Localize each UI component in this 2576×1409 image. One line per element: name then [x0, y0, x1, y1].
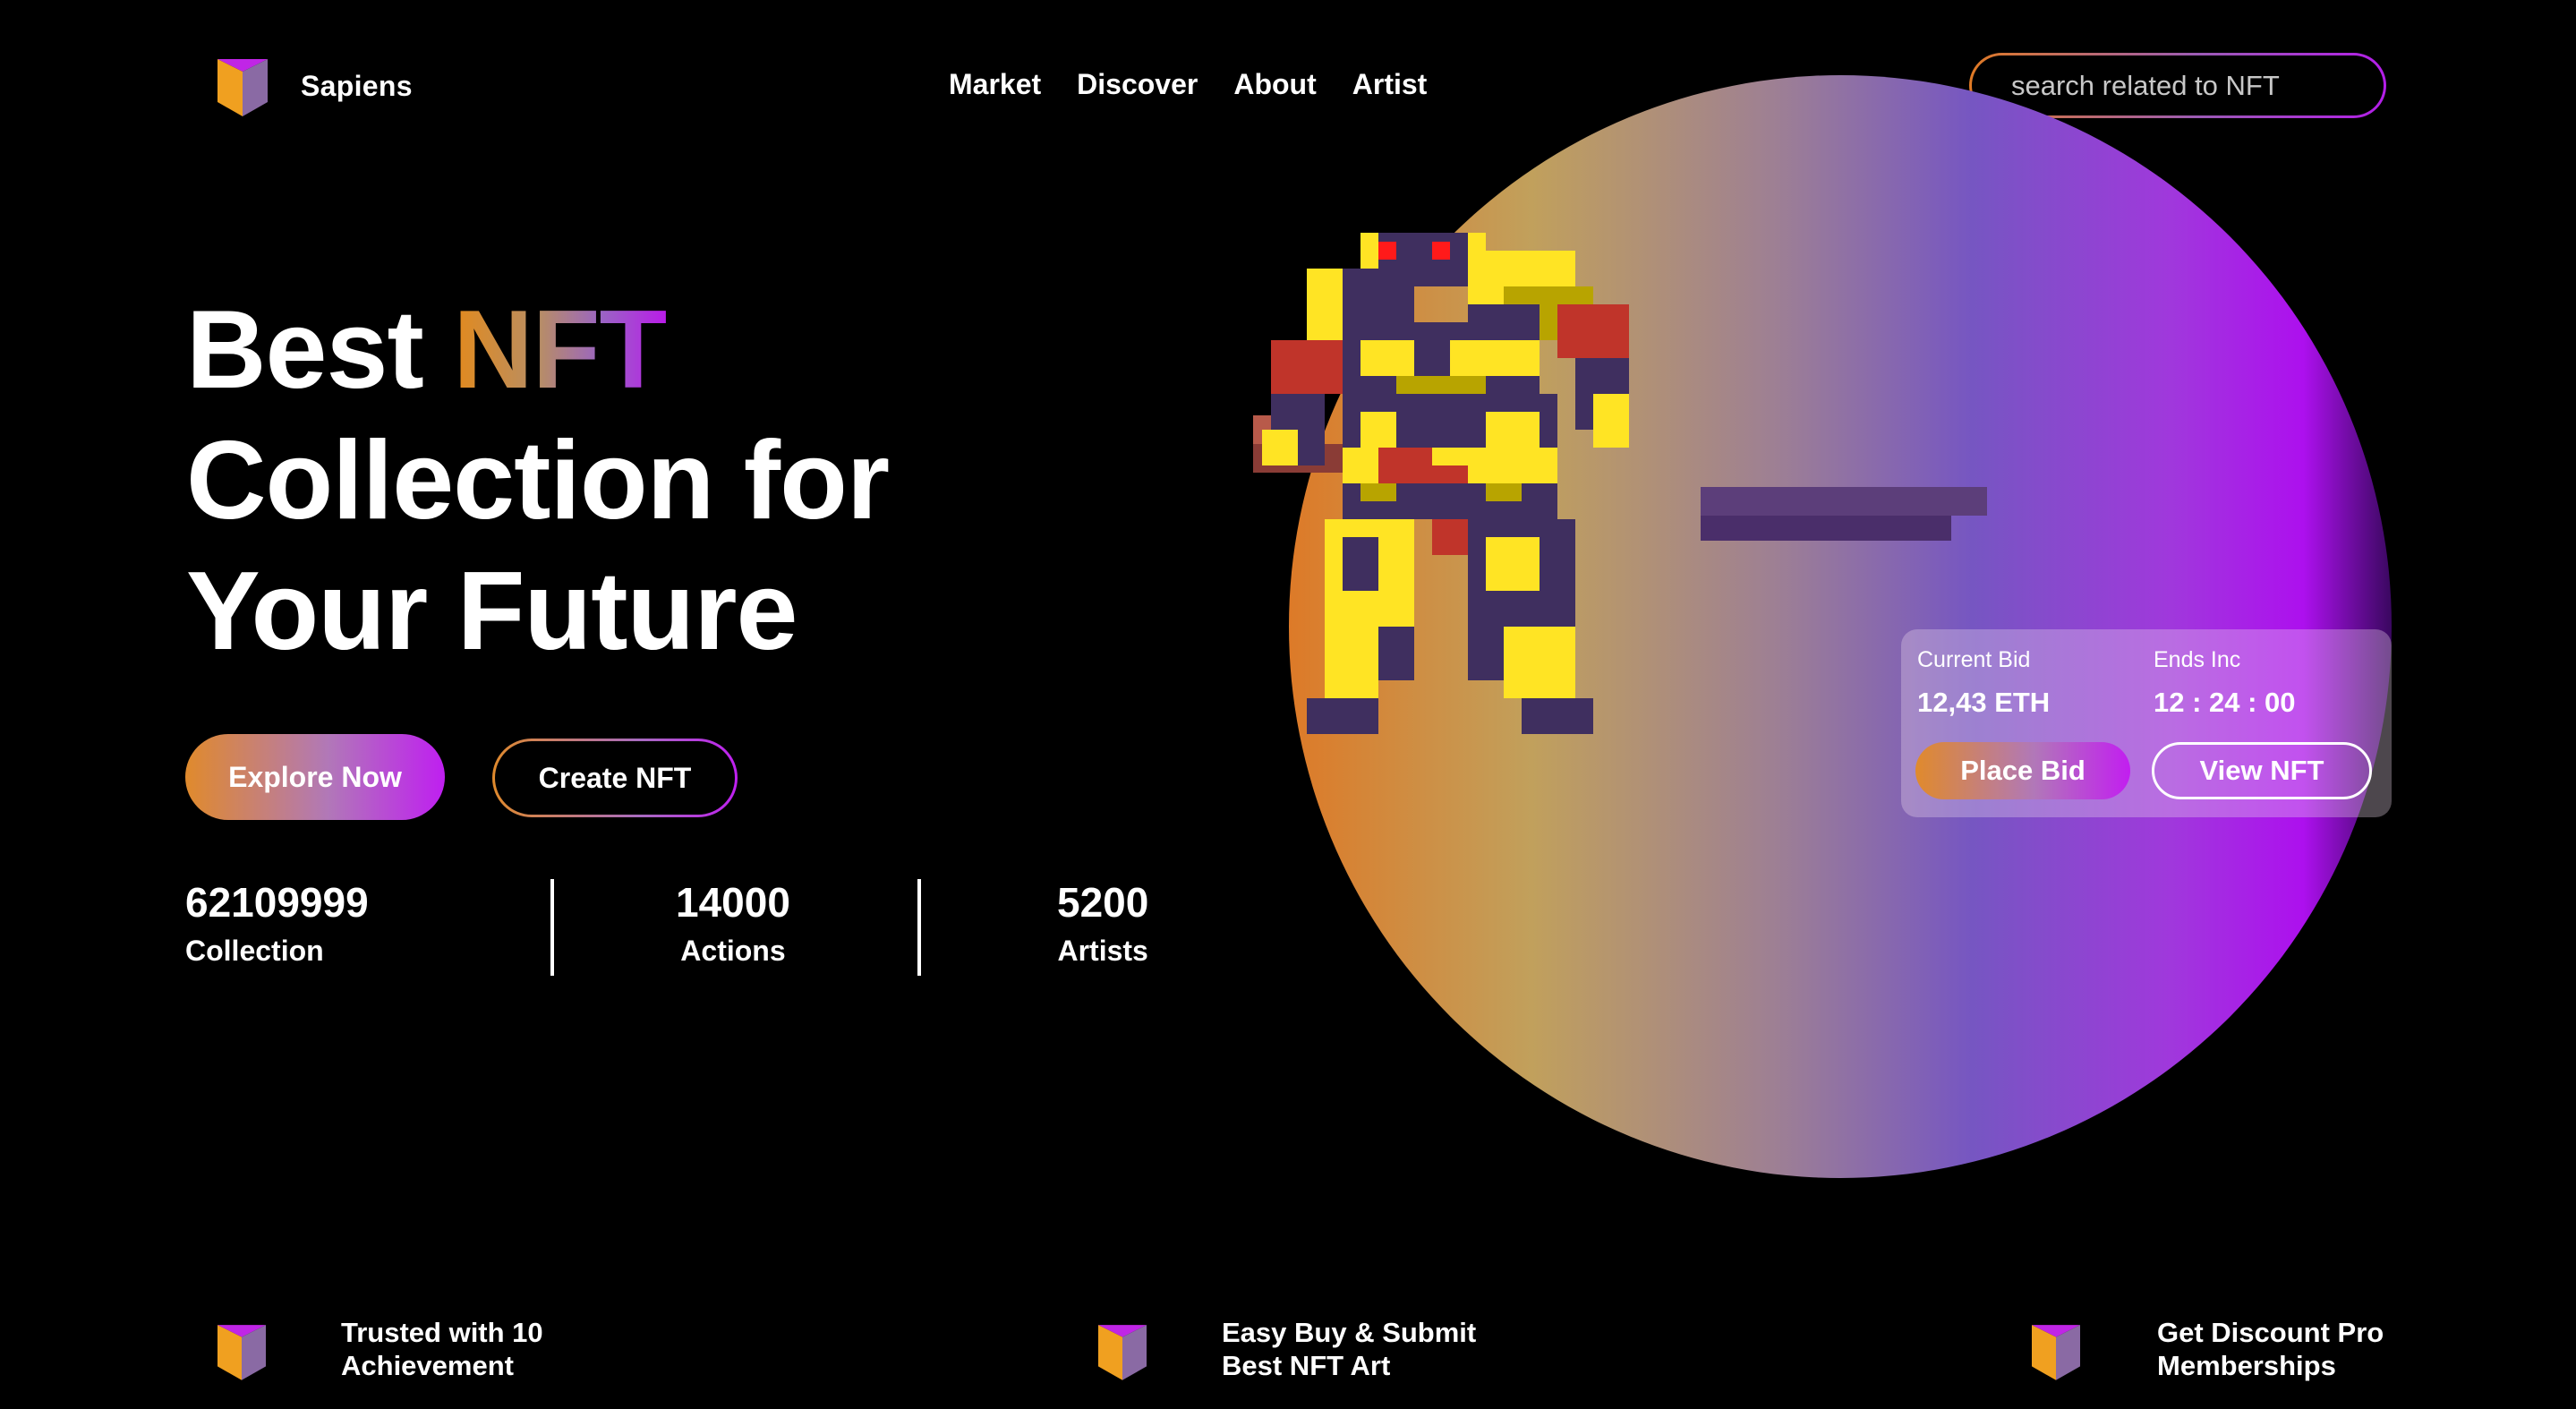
landing-page: Sapiens Market Discover About Artist Bes…: [0, 0, 2576, 1409]
nav-item-discover[interactable]: Discover: [1077, 68, 1198, 101]
brand[interactable]: Sapiens: [218, 56, 413, 116]
stat-label: Collection: [185, 935, 324, 967]
stat-collection: 62109999 Collection: [185, 877, 369, 969]
ends-in: Ends Inc 12 : 24 : 00: [2154, 645, 2296, 721]
nav-item-about[interactable]: About: [1233, 68, 1316, 101]
view-nft-button[interactable]: View NFT: [2152, 742, 2372, 799]
nav-item-artist[interactable]: Artist: [1352, 68, 1428, 101]
stat-divider: [550, 879, 554, 976]
feature-line: Achievement: [341, 1350, 514, 1381]
stat-value: 62109999: [185, 879, 369, 926]
current-bid-label: Current Bid: [1917, 647, 2031, 672]
feature-line: Easy Buy & Submit: [1222, 1317, 1477, 1348]
search-input[interactable]: [2011, 69, 2384, 102]
current-bid-value: 12,43 ETH: [1917, 687, 2051, 718]
stat-artists: 5200 Artists: [1057, 877, 1148, 969]
hero-title-accent: NFT: [453, 288, 667, 412]
create-nft-button-border: Create NFT: [492, 739, 738, 817]
feature-line: Trusted with 10: [341, 1317, 543, 1348]
current-bid: Current Bid 12,43 ETH: [1917, 645, 2050, 721]
stat-value: 5200: [1057, 879, 1149, 926]
stat-label: Actions: [680, 935, 786, 967]
cube-logo-icon: [218, 1321, 266, 1380]
stats-row: 62109999 Collection 14000 Actions 5200 A…: [185, 877, 1170, 976]
create-nft-button[interactable]: Create NFT: [495, 741, 735, 815]
nav-item-market[interactable]: Market: [949, 68, 1041, 101]
bid-card: Current Bid 12,43 ETH Ends Inc 12 : 24 :…: [1901, 629, 2392, 817]
feature-line: Best NFT Art: [1222, 1350, 1391, 1381]
hero-title-word: Best: [186, 288, 424, 412]
brand-name: Sapiens: [301, 69, 413, 102]
pixel-knight-nft-image: [1253, 233, 1987, 734]
main-nav: Market Discover About Artist: [949, 68, 1427, 101]
explore-now-button[interactable]: Explore Now: [185, 734, 445, 820]
feature-easy-buy: Easy Buy & Submit Best NFT Art: [1098, 1316, 1476, 1382]
cube-logo-icon: [218, 56, 268, 116]
cube-logo-icon: [1098, 1321, 1147, 1380]
hero-title-line-3: Your Future: [186, 550, 798, 673]
stat-value: 14000: [676, 879, 790, 926]
search-box: [1969, 53, 2386, 118]
feature-discount: Get Discount Pro Memberships: [2032, 1316, 2384, 1382]
hero-title-line-2: Collection for: [186, 419, 890, 542]
place-bid-button[interactable]: Place Bid: [1915, 742, 2130, 799]
stat-label: Artists: [1057, 935, 1148, 967]
stat-divider: [917, 879, 921, 976]
ends-value: 12 : 24 : 00: [2154, 687, 2296, 718]
cube-logo-icon: [2032, 1321, 2080, 1380]
ends-label: Ends Inc: [2154, 647, 2241, 672]
stat-actions: 14000 Actions: [676, 877, 790, 969]
feature-trusted: Trusted with 10 Achievement: [218, 1316, 543, 1382]
feature-line: Get Discount Pro: [2157, 1317, 2384, 1348]
hero-title: Best NFT Collection for Your Future: [186, 285, 1081, 677]
feature-line: Memberships: [2157, 1350, 2336, 1381]
